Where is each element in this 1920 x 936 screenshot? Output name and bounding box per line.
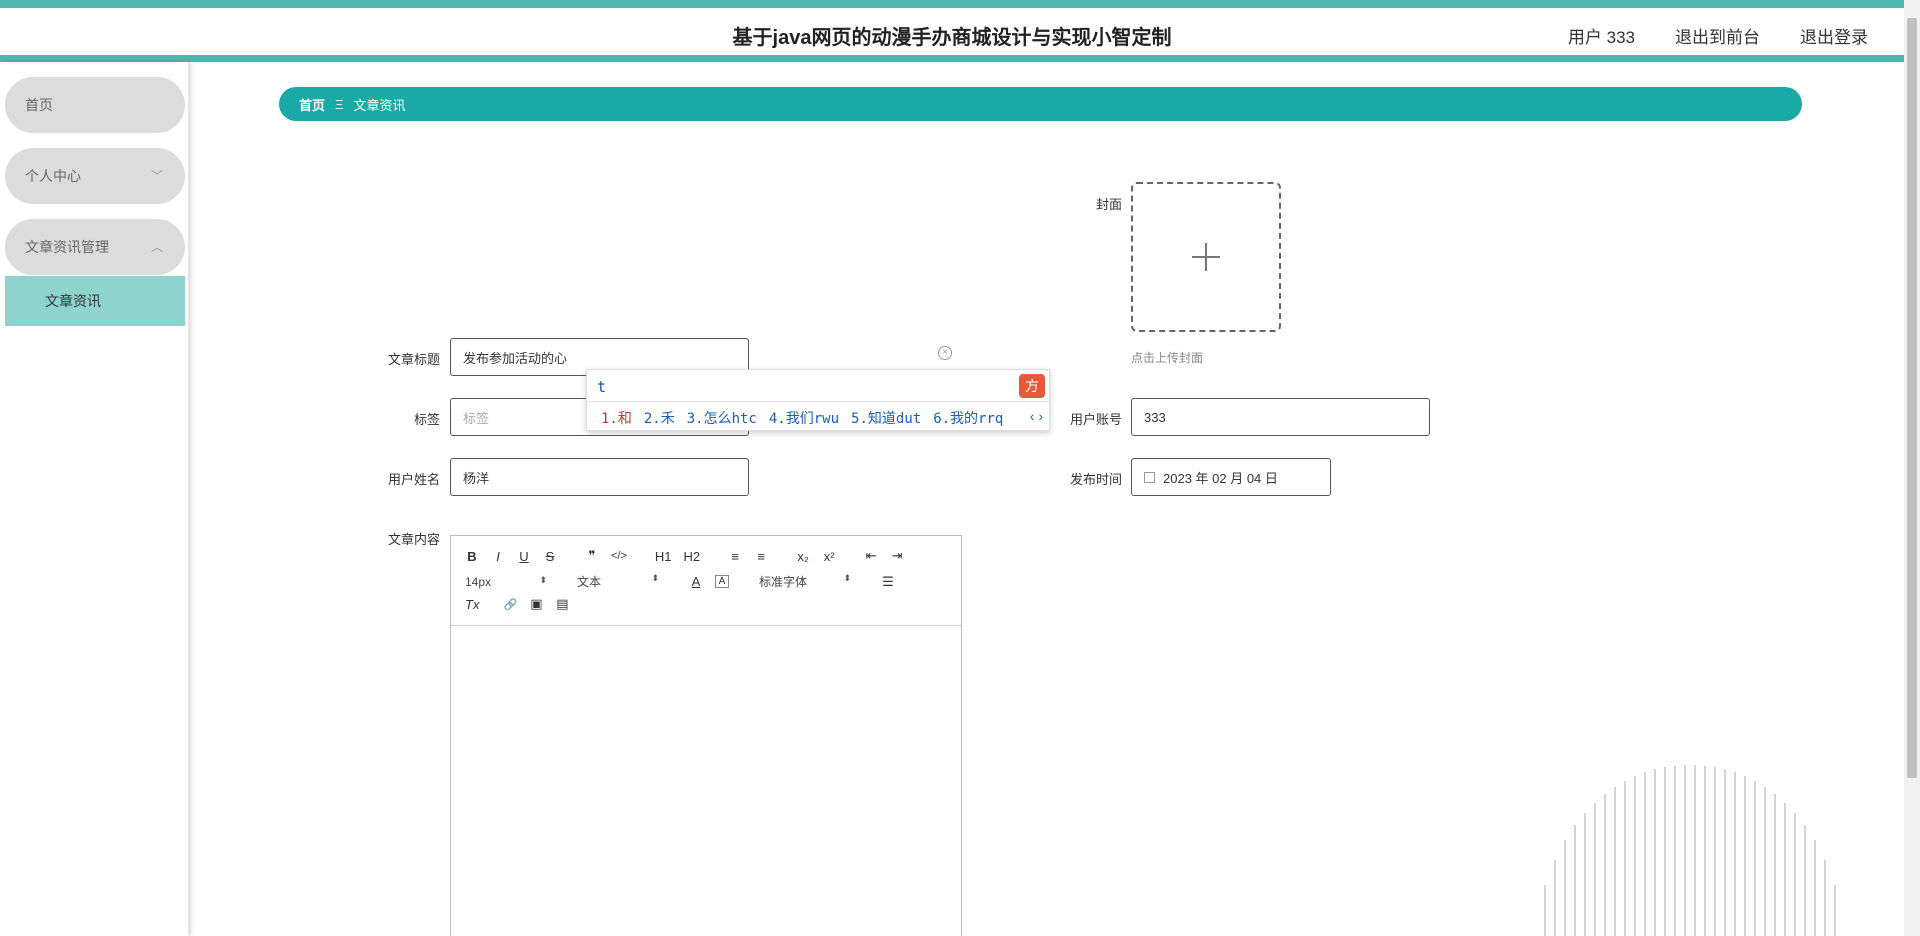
ime-candidate[interactable]: 4.我们rwu [769, 408, 839, 428]
breadcrumb-separator-icon: Ξ [335, 96, 344, 112]
font-family-value: 标准字体 [759, 575, 808, 589]
font-color-button[interactable]: A [689, 574, 703, 589]
ime-candidate-popup: t 方 1.和 2.禾 3.怎么htc 4.我们rwu 5.知道dut 6.我的… [586, 369, 1050, 431]
chevron-down-icon: ﹀ [150, 169, 163, 183]
indent-button[interactable]: ⇥ [890, 548, 904, 564]
publish-time-value: 2023 年 02 月 04 日 [1163, 470, 1278, 486]
publish-time-label: 发布时间 [1069, 472, 1122, 487]
editor-content-area[interactable] [451, 626, 961, 936]
sidebar-item-label: 个人中心 [25, 168, 81, 184]
ime-candidate[interactable]: 3.怎么htc [687, 408, 757, 428]
ime-candidate[interactable]: 2.禾 [644, 408, 675, 428]
outdent-button[interactable]: ⇤ [864, 548, 878, 564]
ime-candidate[interactable]: 1.和 [601, 408, 632, 428]
exit-to-frontend-link[interactable]: 退出到前台 [1675, 23, 1760, 48]
strike-button[interactable]: S [543, 549, 557, 564]
sidebar-item-article-management[interactable]: 文章资讯管理 ︿ [5, 219, 185, 275]
sidebar-subitem-articles[interactable]: 文章资讯 [5, 276, 185, 326]
content-label: 文章内容 [387, 532, 440, 547]
ime-candidates: 1.和 2.禾 3.怎么htc 4.我们rwu 5.知道dut 6.我的rrq [601, 408, 1003, 428]
decorative-lines [1544, 765, 1836, 936]
clear-icon[interactable]: × [938, 346, 952, 360]
ime-composition-text: t [597, 378, 607, 396]
user-menu-link[interactable]: 用户 333 [1568, 23, 1635, 48]
breadcrumb-home[interactable]: 首页 [299, 95, 325, 114]
sidebar-item-label: 首页 [25, 97, 53, 113]
chevron-up-icon: ︿ [150, 240, 163, 254]
header-links: 用户 333 退出到前台 退出登录 [1568, 23, 1868, 48]
font-size-select[interactable]: 14px ⬍ [465, 575, 547, 589]
clear-format-button[interactable]: Tx [465, 597, 479, 612]
name-input-value: 杨洋 [463, 470, 490, 486]
background-color-button[interactable]: A [715, 575, 729, 588]
publish-time-input[interactable]: 2023 年 02 月 04 日 [1131, 458, 1331, 496]
plus-icon [1192, 243, 1220, 271]
code-block-button[interactable]: </> [611, 550, 627, 562]
ime-candidate[interactable]: 5.知道dut [851, 408, 921, 428]
ime-divider [587, 401, 1049, 402]
sidebar-item-label: 文章资讯管理 [25, 239, 109, 255]
bold-button[interactable]: B [465, 549, 479, 564]
top-header: 基于java网页的动漫手办商城设计与实现小智定制 用户 333 退出到前台 退出… [0, 0, 1904, 62]
account-input-value: 333 [1144, 409, 1166, 425]
breadcrumb-current: 文章资讯 [353, 97, 406, 113]
account-input[interactable]: 333 [1131, 398, 1430, 436]
tags-placeholder: 标签 [463, 410, 490, 426]
underline-button[interactable]: U [517, 549, 531, 564]
ordered-list-button[interactable]: ≡ [728, 549, 742, 564]
rich-text-editor: B I U S ❞ </> H1 H2 ≡ ≡ x₂ x² ⇤ ⇥ 14px ⬍… [450, 535, 962, 936]
sidebar-item-personal-center[interactable]: 个人中心 ﹀ [5, 148, 185, 204]
vertical-scrollbar[interactable] [1904, 0, 1920, 936]
breadcrumb: 首页 Ξ 文章资讯 [279, 87, 1802, 121]
font-family-select[interactable]: 标准字体 ⬍ [759, 573, 851, 590]
calendar-icon [1144, 471, 1155, 483]
superscript-button[interactable]: x² [822, 549, 836, 564]
tags-label: 标签 [413, 412, 440, 427]
name-label: 用户姓名 [387, 472, 440, 487]
bullet-list-button[interactable]: ≡ [754, 549, 768, 564]
block-type-select[interactable]: 文本 ⬍ [577, 573, 659, 590]
title-input-value: 发布参加活动的心 [463, 350, 568, 366]
scrollbar-thumb[interactable] [1907, 18, 1917, 778]
ime-candidate[interactable]: 6.我的rrq [933, 408, 1003, 428]
cover-upload-button[interactable] [1131, 182, 1281, 332]
align-left-icon[interactable]: ☰ [881, 574, 895, 590]
link-icon[interactable]: 🔗 [503, 598, 518, 611]
block-type-value: 文本 [577, 575, 602, 589]
account-label: 用户账号 [1069, 412, 1122, 427]
image-icon[interactable]: ▣ [529, 596, 543, 612]
logout-link[interactable]: 退出登录 [1800, 23, 1868, 48]
subscript-button[interactable]: x₂ [796, 549, 810, 564]
sidebar-item-home[interactable]: 首页 [5, 77, 185, 133]
cover-label: 封面 [1095, 197, 1122, 212]
blockquote-button[interactable]: ❞ [585, 548, 599, 564]
select-arrow-icon: ⬍ [651, 573, 659, 583]
video-icon[interactable]: ▤ [555, 596, 569, 612]
select-arrow-icon: ⬍ [843, 573, 851, 583]
ime-logo-icon: 方 [1019, 374, 1045, 398]
sidebar: 首页 个人中心 ﹀ 文章资讯管理 ︿ 文章资讯 [0, 62, 189, 936]
select-arrow-icon: ⬍ [539, 574, 547, 585]
upload-tip: 点击上传封面 [1131, 351, 1204, 365]
title-label: 文章标题 [387, 352, 440, 367]
header2-button[interactable]: H2 [684, 549, 701, 564]
editor-toolbar: B I U S ❞ </> H1 H2 ≡ ≡ x₂ x² ⇤ ⇥ 14px ⬍… [451, 536, 961, 626]
italic-button[interactable]: I [491, 549, 505, 564]
font-size-value: 14px [465, 574, 492, 589]
header1-button[interactable]: H1 [655, 549, 672, 564]
ime-page-arrows-icon[interactable]: ‹ › [1030, 408, 1043, 424]
name-input[interactable]: 杨洋 [450, 458, 749, 496]
